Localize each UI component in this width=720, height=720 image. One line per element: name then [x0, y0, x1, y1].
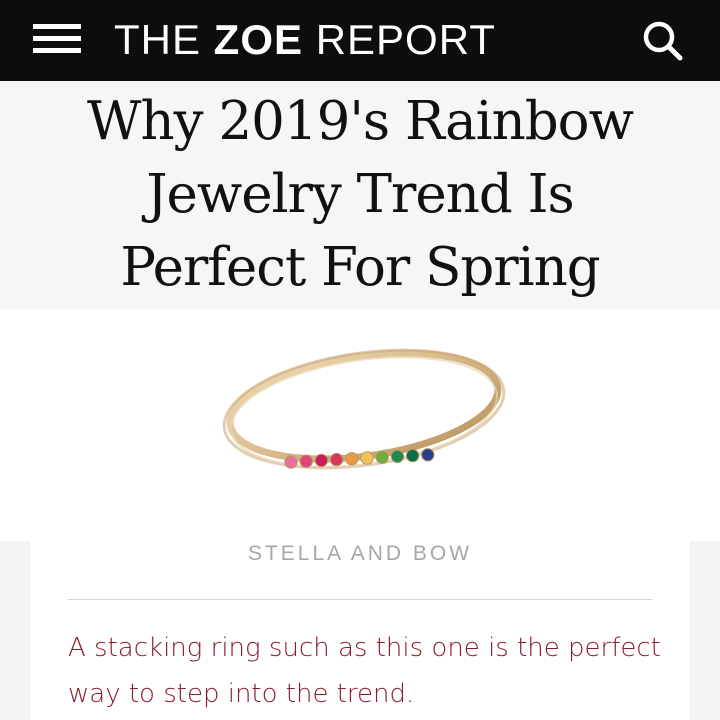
logo-prefix: THE: [114, 16, 201, 63]
menu-bar-line: [33, 36, 81, 41]
search-button[interactable]: [640, 18, 686, 64]
article-headline: Why 2019's Rainbow Jewelry Trend Is Perf…: [0, 81, 720, 304]
gemstone: [314, 453, 329, 468]
right-margin: [690, 541, 720, 720]
gemstone: [299, 454, 313, 468]
headline-line: Why 2019's Rainbow: [87, 91, 634, 152]
divider: [68, 599, 652, 600]
logo-bold: ZOE: [213, 16, 304, 63]
article-image[interactable]: [0, 309, 720, 541]
gemstone: [390, 449, 405, 464]
gemstone: [329, 452, 344, 467]
menu-bar-line: [33, 24, 81, 29]
hamburger-menu-icon[interactable]: [33, 24, 81, 54]
gemstone: [421, 448, 435, 462]
headline-line: Perfect For Spring: [120, 237, 600, 298]
headline-area: Why 2019's Rainbow Jewelry Trend Is Perf…: [0, 81, 720, 309]
site-header: THE ZOE REPORT: [0, 0, 720, 81]
site-logo[interactable]: THE ZOE REPORT: [114, 13, 496, 67]
gemstone: [375, 450, 389, 464]
logo-suffix: REPORT: [315, 16, 496, 63]
rainbow-ring-image: [222, 348, 506, 470]
gemstone: [345, 452, 359, 466]
gemstone: [360, 451, 374, 465]
gemstone: [284, 455, 298, 469]
image-caption-card: STELLA AND BOW A stacking ring such as t…: [30, 541, 690, 720]
image-credit: STELLA AND BOW: [247, 542, 473, 565]
headline-line: Jewelry Trend Is: [146, 164, 575, 225]
gemstone: [405, 448, 420, 463]
left-margin: [0, 541, 30, 720]
image-caption: A stacking ring such as this one is the …: [68, 633, 661, 709]
search-icon: [643, 21, 683, 61]
menu-bar-line: [33, 48, 81, 53]
